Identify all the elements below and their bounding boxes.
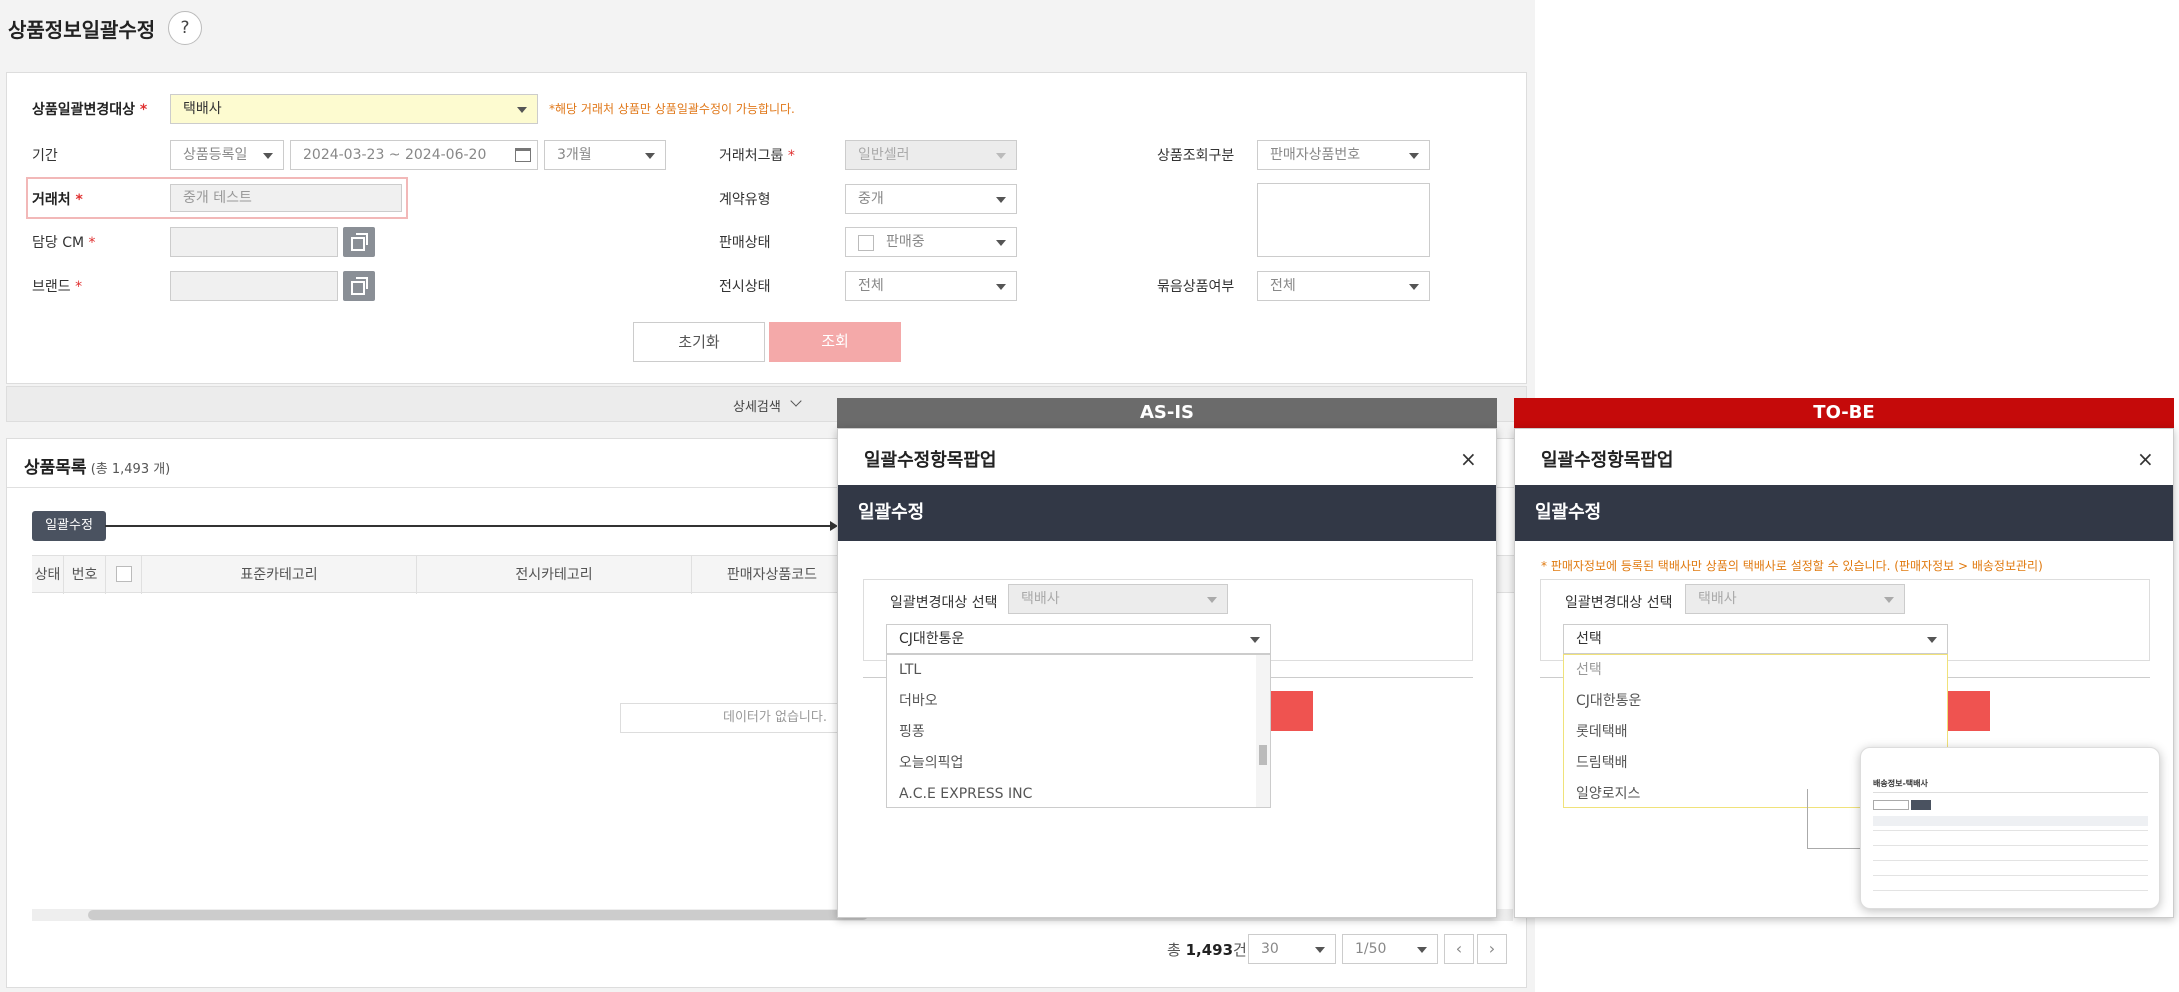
col-display-category: 전시카테고리 <box>417 556 692 594</box>
select-all-checkbox[interactable] <box>116 566 132 582</box>
date-range-input[interactable]: 2024-03-23 ~ 2024-06-20 <box>290 140 538 170</box>
tobe-target-select[interactable]: 택배사 <box>1685 584 1905 614</box>
tobe-banner: TO-BE <box>1514 398 2174 428</box>
tobe-option[interactable]: 선택 <box>1564 655 1947 686</box>
list-heading: 상품목록 (총 1,493 개) <box>24 458 171 478</box>
cm-label: 담당 CM * <box>32 235 96 251</box>
close-icon[interactable]: × <box>1460 447 1477 471</box>
detail-search-label[interactable]: 상세검색 <box>733 396 781 415</box>
col-number: 번호 <box>64 556 106 594</box>
partner-group-select[interactable]: 일반셀러 <box>845 140 1017 170</box>
asis-popup: 일괄수정항목팝업 × 일괄수정 일괄변경대상 선택 택배사 CJ대한통운 LTL… <box>837 428 1497 918</box>
partner-group-label: 거래처그룹 * <box>719 148 795 164</box>
brand-input[interactable] <box>170 271 338 301</box>
sale-status-select[interactable]: 판매중 <box>845 227 1017 257</box>
col-seller-code: 판매자상품코드 <box>726 567 818 583</box>
brand-label: 브랜드 * <box>32 279 83 295</box>
asis-popup-title: 일괄수정항목팝업 <box>864 450 997 471</box>
period-months-select[interactable]: 3개월 <box>544 140 666 170</box>
tobe-option[interactable]: 롯데택배 <box>1564 717 1947 748</box>
asis-target-label: 일괄변경대상 선택 <box>890 595 998 611</box>
query-type-select[interactable]: 판매자상품번호 <box>1257 140 1430 170</box>
asis-option[interactable]: 더바오 <box>887 686 1270 717</box>
annotation-arrow-line <box>105 525 833 527</box>
next-page-icon[interactable]: › <box>1477 934 1507 964</box>
display-status-select[interactable]: 전체 <box>845 271 1017 301</box>
target-notice: *해당 거래처 상품만 상품일괄수정이 가능합니다. <box>549 102 795 116</box>
thumbnail-row <box>1873 875 2148 876</box>
partner-input[interactable]: 중개 테스트 <box>170 184 402 212</box>
brand-search-button[interactable] <box>343 271 375 301</box>
calendar-icon[interactable] <box>515 148 531 162</box>
tobe-popup-title: 일괄수정항목팝업 <box>1541 450 1674 471</box>
search-panel: 상품일괄변경대상 * 택배사 *해당 거래처 상품만 상품일괄수정이 가능합니다… <box>6 72 1527 384</box>
tobe-notice: * 판매자정보에 등록된 택배사만 상품의 택배사로 설정할 수 있습니다. (… <box>1541 559 2043 573</box>
query-textarea[interactable] <box>1257 183 1430 257</box>
asis-confirm-button[interactable] <box>1268 691 1313 731</box>
bundle-select[interactable]: 전체 <box>1257 271 1430 301</box>
thumbnail-title: 배송정보-택배사 <box>1873 779 1928 788</box>
asis-option[interactable]: 핑퐁 <box>887 717 1270 748</box>
asis-option[interactable]: LTL <box>887 655 1270 686</box>
asis-scroll-thumb[interactable] <box>1259 745 1267 765</box>
cm-input[interactable] <box>170 227 338 257</box>
connector-line <box>1807 789 1808 849</box>
asis-carrier-select[interactable]: CJ대한통운 <box>886 624 1271 654</box>
thumbnail-row <box>1873 830 2148 831</box>
tobe-carrier-select[interactable]: 선택 <box>1563 624 1948 654</box>
asis-option[interactable]: 오늘의픽업 <box>887 748 1270 779</box>
prev-page-icon[interactable]: ‹ <box>1444 934 1474 964</box>
tobe-target-label: 일괄변경대상 선택 <box>1565 595 1673 611</box>
cm-search-button[interactable] <box>343 227 375 257</box>
page-title: 상품정보일괄수정 <box>8 18 156 42</box>
display-status-label: 전시상태 <box>719 279 771 295</box>
period-label: 기간 <box>32 148 58 164</box>
asis-section-title: 일괄수정 <box>838 485 1496 541</box>
reset-button[interactable]: 초기화 <box>633 322 765 362</box>
thumbnail-divider <box>1873 792 2148 793</box>
tobe-section-title: 일괄수정 <box>1515 485 2173 541</box>
target-label: 상품일괄변경대상 * <box>32 102 148 118</box>
thumbnail-row <box>1873 860 2148 861</box>
bulk-edit-button[interactable]: 일괄수정 <box>32 511 106 541</box>
query-type-label: 상품조회구분 <box>1157 148 1235 164</box>
col-std-category: 표준카테고리 <box>142 556 417 594</box>
page-size-select[interactable]: 30 <box>1248 934 1336 964</box>
tobe-popup: 일괄수정항목팝업 × 일괄수정 * 판매자정보에 등록된 택배사만 상품의 택배… <box>1514 428 2174 918</box>
thumbnail-button <box>1911 800 1931 810</box>
search-button[interactable]: 조회 <box>769 322 901 362</box>
seller-info-thumbnail: 배송정보-택배사 <box>1860 747 2160 909</box>
tobe-option[interactable]: CJ대한통운 <box>1564 686 1947 717</box>
total-count: 총 1,493건 <box>1167 941 1247 959</box>
contract-label: 계약유형 <box>719 192 771 208</box>
asis-target-select[interactable]: 택배사 <box>1008 584 1228 614</box>
asis-dropdown-scrollbar[interactable] <box>1256 655 1270 807</box>
tobe-confirm-button[interactable] <box>1945 691 1990 731</box>
help-button[interactable]: ? <box>168 11 202 45</box>
asis-banner: AS-IS <box>837 398 1497 428</box>
period-type-select[interactable]: 상품등록일 <box>170 140 284 170</box>
thumbnail-row <box>1873 845 2148 846</box>
target-select[interactable]: 택배사 <box>170 94 538 124</box>
thumbnail-row <box>1873 890 2148 891</box>
chevron-down-icon <box>790 395 802 407</box>
connector-line <box>1807 848 1862 849</box>
col-status: 상태 <box>32 556 64 594</box>
col-checkbox <box>106 556 142 594</box>
sale-status-label: 판매상태 <box>719 235 771 251</box>
asis-option[interactable]: A.C.E EXPRESS INC <box>887 779 1270 810</box>
sale-status-checkbox[interactable] <box>858 235 874 251</box>
thumbnail-table-header <box>1873 816 2148 826</box>
partner-label: 거래처 * <box>32 192 83 208</box>
contract-select[interactable]: 중개 <box>845 184 1017 214</box>
bundle-label: 묶음상품여부 <box>1157 279 1235 295</box>
close-icon[interactable]: × <box>2137 447 2154 471</box>
thumbnail-tab <box>1873 800 1909 810</box>
asis-carrier-dropdown[interactable]: LTL 더바오 핑퐁 오늘의픽업 A.C.E EXPRESS INC <box>886 654 1271 808</box>
page-select[interactable]: 1/50 <box>1342 934 1438 964</box>
scrollbar-thumb[interactable] <box>88 910 868 920</box>
